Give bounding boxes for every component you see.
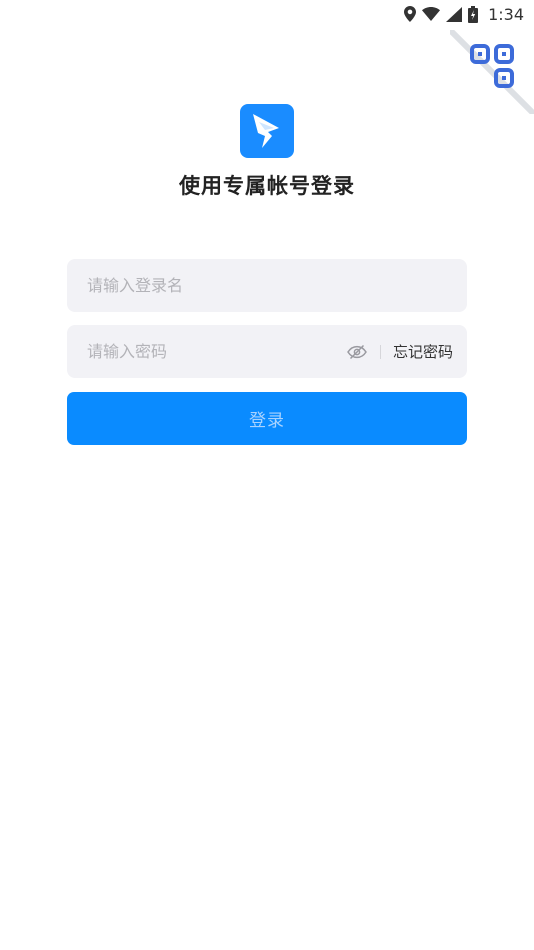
signal-icon — [446, 6, 463, 22]
forgot-password-link[interactable]: 忘记密码 — [393, 341, 453, 362]
eye-off-icon[interactable] — [346, 341, 368, 363]
app-logo — [240, 104, 294, 158]
wifi-icon — [422, 7, 441, 21]
app-logo-icon — [253, 114, 279, 148]
qr-code-icon[interactable] — [450, 30, 534, 114]
password-input[interactable] — [87, 342, 346, 361]
password-field[interactable]: 忘记密码 — [67, 325, 467, 378]
qr-login-corner[interactable] — [450, 30, 534, 114]
login-screen: 1:34 使用专属帐号登录 请输入登录名 忘记密码 登录 — [0, 0, 534, 950]
field-divider — [379, 344, 381, 359]
battery-icon — [468, 5, 479, 23]
status-time: 1:34 — [488, 4, 524, 24]
login-button[interactable]: 登录 — [67, 392, 467, 445]
location-icon — [404, 6, 417, 22]
username-input[interactable] — [87, 276, 453, 295]
username-field[interactable] — [67, 259, 467, 312]
page-title: 使用专属帐号登录 — [179, 174, 355, 198]
status-bar: 1:34 — [404, 0, 534, 28]
